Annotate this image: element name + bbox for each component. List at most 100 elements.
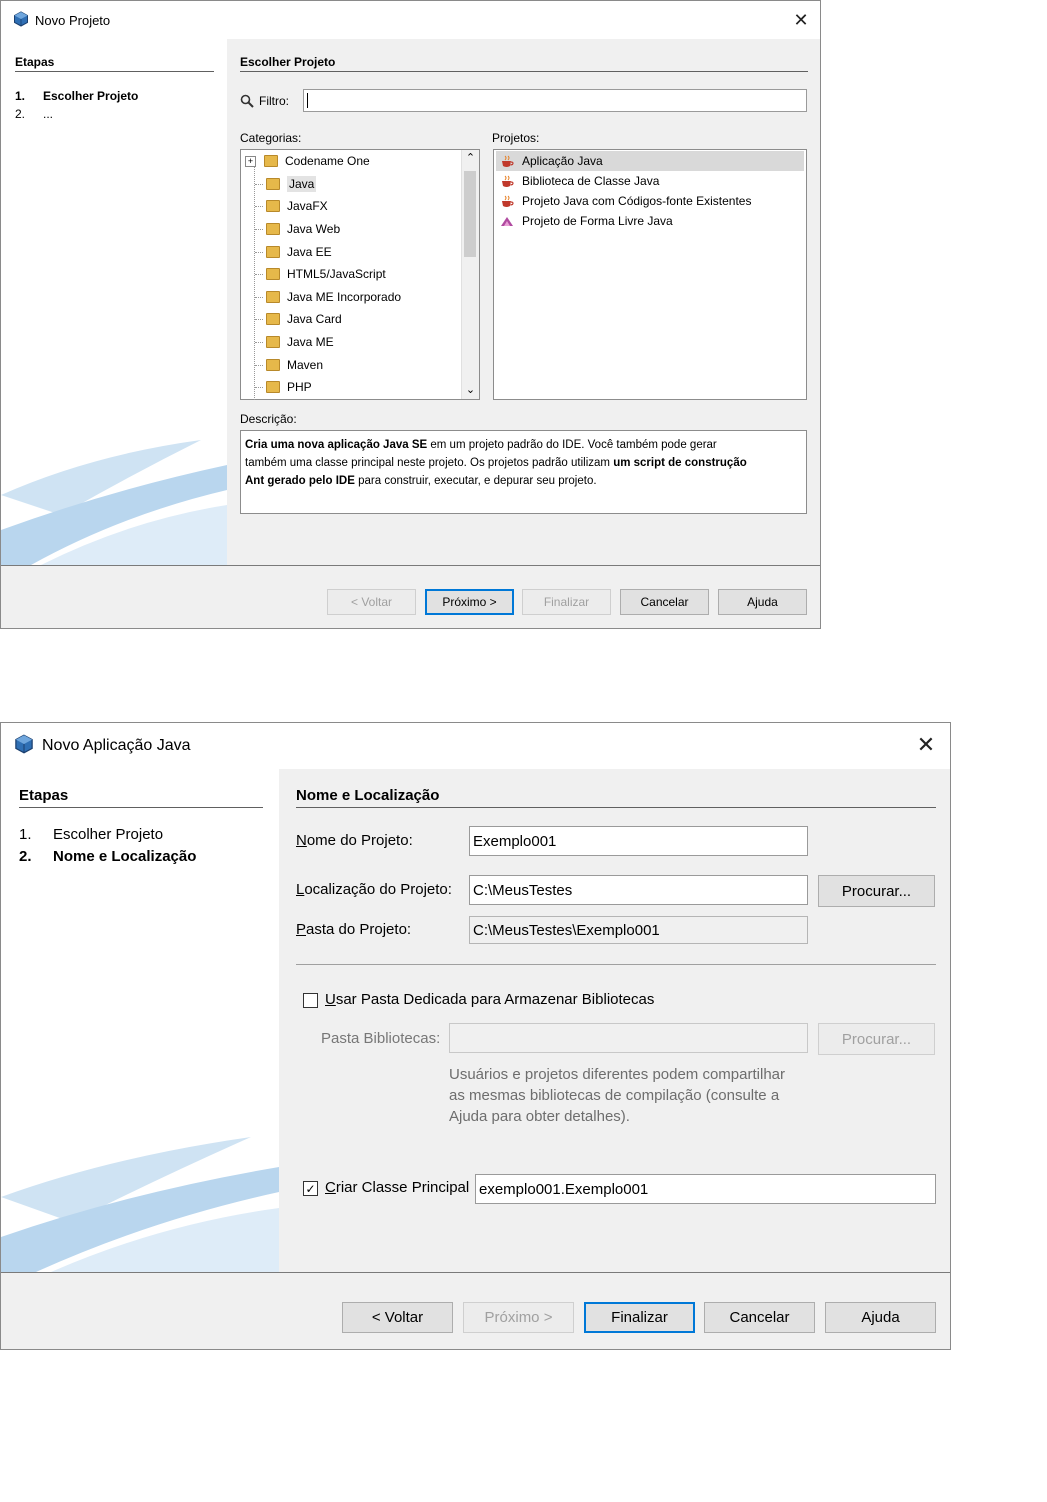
main-class-checkbox[interactable]: ✓ [303, 1181, 318, 1196]
main-class-label: Criar Classe Principal [325, 1179, 470, 1196]
folder-icon [266, 200, 280, 212]
tree-connector [255, 386, 263, 388]
category-item-selected[interactable]: Java [255, 173, 317, 195]
category-label: Java Web [287, 222, 341, 236]
project-item[interactable]: Projeto Java com Códigos-fonte Existente… [496, 191, 804, 211]
finish-button[interactable]: Finalizar [584, 1302, 695, 1333]
cancel-button[interactable]: Cancelar [704, 1302, 815, 1333]
dedicated-folder-checkbox[interactable] [303, 993, 318, 1008]
steps-panel: Etapas 1. Escolher Projeto 2. Nome e Loc… [1, 769, 279, 1272]
label-text: asta do Projeto: [306, 921, 412, 938]
category-label: JavaFX [287, 199, 328, 213]
help-button[interactable]: Ajuda [718, 589, 807, 615]
finish-button[interactable]: Finalizar [522, 589, 611, 615]
scroll-up-icon[interactable]: ⌃ [462, 150, 479, 167]
project-item[interactable]: Projeto de Forma Livre Java [496, 211, 804, 231]
description-text: em um projeto padrão do IDE. Você também… [427, 439, 717, 451]
category-label: Java [287, 176, 317, 192]
project-label: Aplicação Java [522, 154, 603, 168]
step-2: 2. Nome e Localização [19, 848, 196, 865]
filter-input[interactable] [303, 89, 807, 112]
step-number: 2. [19, 848, 32, 865]
description-bold: Ant gerado pelo IDE [245, 475, 355, 487]
folder-icon [266, 291, 280, 303]
category-item[interactable]: + Codename One [245, 150, 370, 172]
back-button[interactable]: < Voltar [342, 1302, 453, 1333]
category-item[interactable]: Java EE [255, 241, 332, 263]
project-item-selected[interactable]: Aplicação Java [496, 151, 804, 171]
tree-connector [255, 183, 263, 185]
next-button[interactable]: Próximo > [425, 589, 514, 615]
browse-button[interactable]: Procurar... [818, 875, 935, 907]
java-cup-icon [502, 195, 514, 207]
button-bar: < Voltar Próximo > Finalizar Cancelar Aj… [1, 1272, 950, 1349]
category-item[interactable]: Java Web [255, 218, 340, 240]
text-caret [307, 93, 308, 108]
decorative-swoosh [1, 1137, 279, 1272]
libraries-folder-label: Pasta Bibliotecas: [321, 1030, 441, 1047]
project-location-label: Localização do Projeto: [296, 881, 452, 898]
description-label: Descrição: [240, 412, 297, 426]
help-text-line-3: Ajuda para obter detalhes). [449, 1108, 630, 1125]
label-text: ome do Projeto: [306, 832, 413, 849]
category-item[interactable]: HTML5/JavaScript [255, 263, 386, 285]
libraries-folder-field[interactable] [449, 1023, 808, 1053]
help-button[interactable]: Ajuda [825, 1302, 936, 1333]
step-label: Escolher Projeto [53, 826, 164, 843]
main-class-field[interactable]: exemplo001.Exemplo001 [475, 1174, 936, 1204]
description-line-3: Ant gerado pelo IDE para construir, exec… [245, 472, 802, 490]
category-item[interactable]: JavaFX [255, 195, 328, 217]
step-1: 1. Escolher Projeto [15, 89, 138, 103]
new-project-dialog: Novo Projeto ✕ Etapas 1. Escolher Projet… [0, 0, 821, 629]
category-item[interactable]: Maven [255, 354, 323, 376]
new-java-application-dialog: Novo Aplicação Java ✕ Etapas 1. Escolher… [0, 722, 951, 1350]
content-panel: Escolher Projeto Filtro: Categorias: + C… [227, 39, 820, 565]
decorative-swoosh [1, 440, 227, 565]
steps-panel: Etapas 1. Escolher Projeto 2. ... [1, 39, 227, 565]
project-label: Biblioteca de Classe Java [522, 174, 660, 188]
netbeans-cube-icon [13, 10, 29, 30]
description-line-2: também uma classe principal neste projet… [245, 454, 802, 472]
steps-heading: Etapas [19, 787, 263, 808]
folder-icon [266, 359, 280, 371]
category-item[interactable]: Java Card [255, 308, 342, 330]
libraries-browse-button[interactable]: Procurar... [818, 1023, 935, 1055]
back-button[interactable]: < Voltar [327, 589, 416, 615]
expand-icon: + [245, 155, 256, 167]
tree-connector [255, 296, 263, 298]
category-item[interactable]: Java ME Incorporado [255, 286, 401, 308]
folder-icon [266, 381, 280, 393]
cancel-button[interactable]: Cancelar [620, 589, 709, 615]
project-item[interactable]: Biblioteca de Classe Java [496, 171, 804, 191]
separator [296, 964, 936, 965]
close-button[interactable]: ✕ [788, 7, 814, 33]
category-item[interactable]: PHP [255, 376, 312, 398]
steps-heading: Etapas [15, 55, 214, 72]
description-line-1: Cria uma nova aplicação Java SE em um pr… [245, 436, 802, 454]
projects-list[interactable]: Aplicação Java Biblioteca de Classe Java… [493, 149, 807, 400]
section-heading: Escolher Projeto [240, 55, 808, 72]
category-label: Java ME Incorporado [287, 290, 402, 304]
categories-tree[interactable]: + Codename One Java JavaFX Java Web Java… [240, 149, 480, 400]
close-button[interactable]: ✕ [912, 731, 940, 759]
folder-icon [266, 313, 280, 325]
categories-label: Categorias: [240, 131, 302, 145]
scroll-thumb[interactable] [464, 171, 476, 257]
tree-connector [255, 341, 263, 343]
description-text: para construir, executar, e depurar seu … [354, 475, 597, 487]
folder-icon [264, 155, 278, 167]
label-text: riar Classe Principal [335, 1179, 470, 1196]
java-cup-icon [502, 175, 514, 187]
step-number: 1. [15, 89, 26, 103]
folder-icon [266, 223, 280, 235]
project-location-field[interactable]: C:\MeusTestes [469, 875, 808, 905]
step-number: 2. [15, 107, 26, 121]
vertical-scrollbar[interactable]: ⌃ ⌄ [461, 150, 479, 399]
scroll-down-icon[interactable]: ⌄ [462, 382, 479, 399]
category-item[interactable]: Java ME [255, 331, 334, 353]
folder-icon [266, 336, 280, 348]
tree-connector [255, 364, 263, 366]
next-button[interactable]: Próximo > [463, 1302, 574, 1333]
title-bar: Novo Aplicação Java [1, 723, 950, 769]
project-name-field[interactable]: Exemplo001 [469, 826, 808, 856]
